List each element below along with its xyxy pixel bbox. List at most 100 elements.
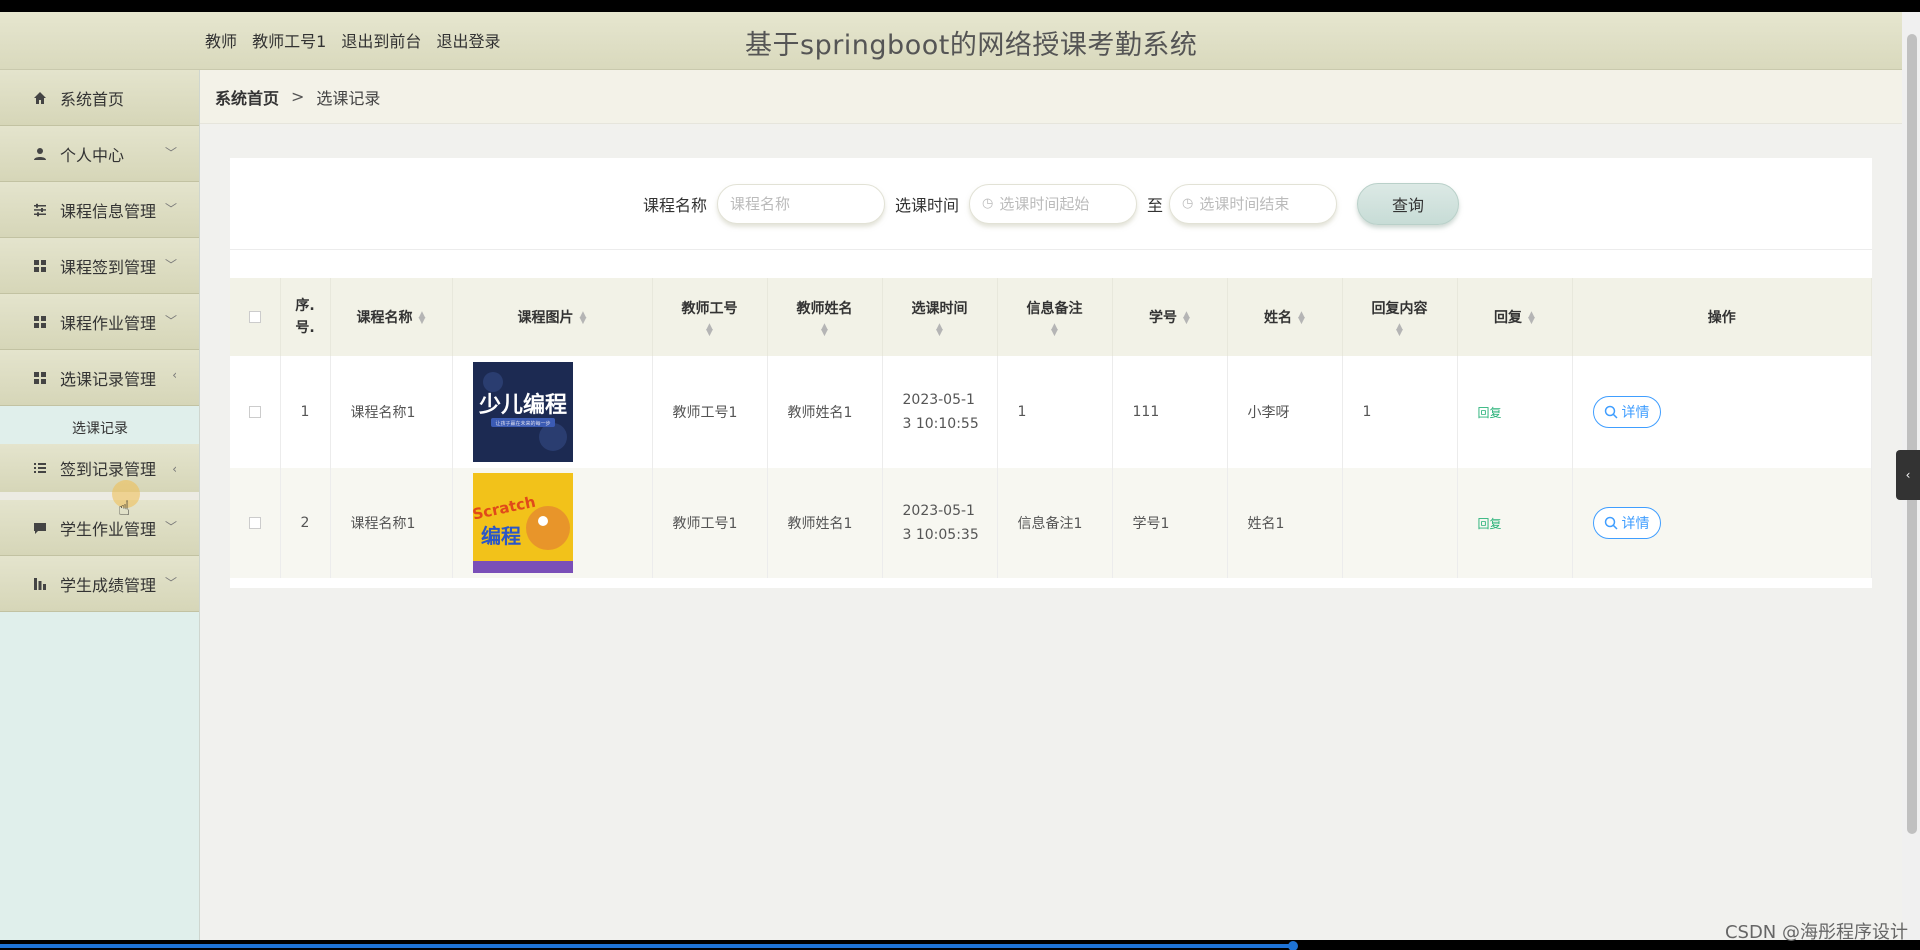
chevron-down-icon: ﹀: [164, 146, 177, 160]
course-image[interactable]: Scratch 编程: [472, 473, 573, 573]
header-course-image[interactable]: 课程图片 ▲ ▼: [452, 278, 653, 356]
breadcrumb: 系统首页 > 选课记录: [200, 70, 1902, 124]
select-all-checkbox-cell: [230, 278, 281, 356]
sliders-icon: [32, 202, 48, 218]
records-table: 序.号. 课程名称 ▲ ▼ 课程图片 ▲ ▼ 教师工号 ▲ ▼ 教师姓名 ▲ ▼ 选课时间 ▲ ▼ …: [230, 278, 1872, 578]
user-info: 教师 教师工号1 退出到前台 退出登录: [205, 28, 511, 52]
sort-icon: ▲ ▼: [418, 310, 426, 326]
sidebar-item-label: 课程签到管理: [60, 257, 157, 277]
chevron-down-icon: ﹀: [164, 520, 177, 534]
header-reply-content[interactable]: 回复内容 ▲ ▼: [1342, 278, 1458, 356]
row-teacher-name: 教师姓名1: [767, 468, 883, 578]
sidebar-item-course-info[interactable]: 课程信息管理 ﹀: [0, 182, 199, 238]
clock-icon: ◷: [982, 196, 994, 211]
select-time-end-input[interactable]: ◷ 选课时间结束: [1169, 183, 1338, 224]
sidebar-item-student-grades[interactable]: 学生成绩管理 ﹀: [0, 556, 199, 612]
chevron-left-icon: ‹: [172, 368, 177, 382]
header-student-name[interactable]: 姓名 ▲ ▼: [1227, 278, 1343, 356]
row-index: 1: [280, 356, 331, 468]
header-select-time[interactable]: 选课时间 ▲ ▼: [882, 278, 998, 356]
select-time-start-placeholder: 选课时间起始: [999, 195, 1090, 213]
search-icon: [1604, 405, 1618, 419]
scrollbar-thumb[interactable]: [1907, 34, 1917, 834]
video-progress-handle[interactable]: [1288, 941, 1298, 950]
sort-icon: ▲ ▼: [821, 322, 828, 338]
sidebar-item-label: 签到记录管理: [60, 460, 157, 479]
search-bar: 课程名称 课程名称 选课时间 ◷ 选课时间起始 至 ◷ 选课时间结束 查询: [230, 158, 1872, 250]
row-remark: 信息备注1: [997, 468, 1113, 578]
sidebar-item-label: 学生成绩管理: [60, 575, 157, 595]
header-remark[interactable]: 信息备注 ▲ ▼: [997, 278, 1113, 356]
breadcrumb-separator: >: [291, 87, 305, 106]
logout-link[interactable]: 退出登录: [437, 32, 501, 51]
side-collapse-tab[interactable]: ‹: [1896, 450, 1920, 500]
detail-button[interactable]: 详情: [1592, 396, 1661, 428]
row-student-name: 姓名1: [1227, 468, 1343, 578]
sidebar-item-selection-records[interactable]: 选课记录管理 ‹: [0, 350, 199, 406]
sidebar-item-label: 课程作业管理: [60, 313, 157, 333]
reply-link[interactable]: 回复: [1478, 517, 1502, 531]
sidebar-item-course-homework[interactable]: 课程作业管理 ﹀: [0, 294, 199, 350]
row-checkbox-cell: [230, 468, 281, 578]
sidebar-item-course-signin[interactable]: 课程签到管理 ﹀: [0, 238, 199, 294]
row-student-id: 111: [1112, 356, 1228, 468]
table-row: 2 课程名称1 Scratch 编程 教师工号1 教师姓名1 2023-05-1…: [230, 468, 1872, 578]
grid-icon: [32, 370, 48, 386]
header-student-id[interactable]: 学号 ▲ ▼: [1112, 278, 1228, 356]
sort-icon: ▲ ▼: [579, 310, 587, 326]
sort-icon: ▲ ▼: [1396, 322, 1403, 338]
course-name-input[interactable]: 课程名称: [716, 183, 885, 224]
chevron-down-icon: ﹀: [164, 202, 177, 216]
list-icon: [32, 460, 48, 476]
submenu-selection-records: 选课记录: [0, 406, 199, 444]
app-window: 教师 教师工号1 退出到前台 退出登录 基于springboot的网络授课考勤系…: [0, 12, 1902, 940]
row-remark: 1: [997, 356, 1113, 468]
course-image-subtext: 编程: [481, 524, 521, 548]
reply-link[interactable]: 回复: [1478, 406, 1502, 420]
row-checkbox-cell: [230, 356, 281, 468]
user-icon: [32, 146, 48, 162]
clock-icon: ◷: [1182, 196, 1194, 211]
sort-icon: ▲ ▼: [1051, 322, 1058, 338]
app-title: 基于springboot的网络授课考勤系统: [745, 30, 1198, 61]
header-teacher-name[interactable]: 教师姓名 ▲ ▼: [767, 278, 883, 356]
sidebar-item-personal-center[interactable]: 个人中心 ﹀: [0, 126, 199, 182]
course-image[interactable]: 少儿编程 让孩子赢在未来的每一步: [472, 362, 573, 462]
header-teacher-id[interactable]: 教师工号 ▲ ▼: [652, 278, 768, 356]
chat-icon: [32, 520, 48, 536]
row-actions-cell: 详情: [1572, 468, 1872, 578]
select-time-start-input[interactable]: ◷ 选课时间起始: [969, 183, 1137, 224]
sort-icon: ▲ ▼: [706, 322, 713, 338]
back-to-front-link[interactable]: 退出到前台: [341, 32, 421, 51]
header-reply[interactable]: 回复 ▲ ▼: [1457, 278, 1573, 356]
select-all-checkbox[interactable]: [248, 311, 261, 323]
query-button[interactable]: 查询: [1357, 182, 1460, 225]
top-header: 教师 教师工号1 退出到前台 退出登录 基于springboot的网络授课考勤系…: [0, 12, 1902, 70]
header-actions: 操作: [1572, 278, 1872, 356]
row-checkbox[interactable]: [248, 406, 261, 418]
header-index: 序.号.: [280, 278, 331, 356]
sidebar-item-student-homework[interactable]: 学生作业管理 ﹀: [0, 500, 199, 556]
sidebar-item-label: 选课记录管理: [60, 369, 157, 389]
breadcrumb-home[interactable]: 系统首页: [215, 85, 279, 109]
row-select-time: 2023-05-1 3 10:05:35: [882, 468, 998, 578]
user-role: 教师: [205, 32, 238, 51]
sort-icon: ▲ ▼: [1298, 310, 1305, 326]
row-course-name: 课程名称1: [330, 356, 453, 468]
course-name-placeholder: 课程名称: [729, 195, 790, 213]
video-progress-bar[interactable]: [0, 944, 1293, 948]
sidebar-item-home[interactable]: 系统首页: [0, 70, 199, 126]
row-index: 2: [280, 468, 331, 578]
row-course-name: 课程名称1: [330, 468, 453, 578]
row-checkbox[interactable]: [248, 517, 261, 529]
sort-icon: ▲ ▼: [1528, 310, 1535, 326]
row-teacher-id: 教师工号1: [652, 468, 768, 578]
user-name: 教师工号1: [252, 32, 327, 51]
grid-icon: [32, 258, 48, 274]
sidebar-item-signin-records[interactable]: 签到记录管理 ‹: [0, 444, 199, 500]
submenu-item-selection-record[interactable]: 选课记录: [0, 418, 199, 438]
detail-button[interactable]: 详情: [1592, 507, 1661, 539]
header-course-name[interactable]: 课程名称 ▲ ▼: [330, 278, 453, 356]
row-reply-content: [1342, 468, 1458, 578]
